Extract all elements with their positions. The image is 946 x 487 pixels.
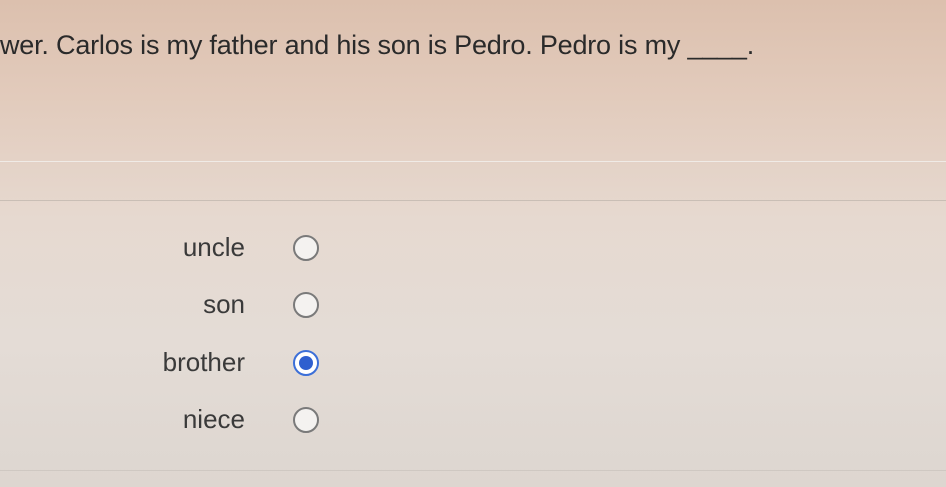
divider <box>0 470 946 471</box>
radio-son[interactable] <box>293 292 319 318</box>
option-label: son <box>203 289 245 319</box>
option-label: uncle <box>182 232 245 262</box>
option-niece[interactable]: niece <box>0 394 340 444</box>
question-text: wer. Carlos is my father and his son is … <box>0 30 755 60</box>
option-brother[interactable]: brother <box>0 337 340 387</box>
divider <box>0 161 946 162</box>
radio-niece[interactable] <box>293 407 319 433</box>
radio-uncle[interactable] <box>293 235 319 261</box>
divider <box>0 200 946 201</box>
option-uncle[interactable]: uncle <box>0 222 340 272</box>
option-label: niece <box>182 404 245 434</box>
option-label: brother <box>162 347 245 377</box>
option-son[interactable]: son <box>0 279 340 329</box>
radio-brother[interactable] <box>293 350 319 376</box>
